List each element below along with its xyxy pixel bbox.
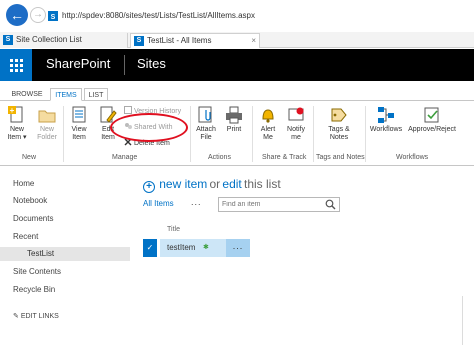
browser-address-bar: ← → S http://spdev:8080/sites/test/Lists… — [0, 0, 474, 32]
highlight-ellipse — [110, 113, 188, 142]
workflow-icon — [377, 106, 395, 124]
edit-links-label: EDIT LINKS — [20, 313, 59, 320]
nav-item-recent[interactable]: Recent — [13, 232, 38, 241]
printer-icon — [225, 106, 243, 124]
tab-items[interactable]: ITEMS — [50, 88, 82, 101]
divider — [252, 106, 253, 162]
back-button[interactable]: ← — [6, 4, 28, 26]
tags-notes-label: Tags & Notes — [328, 126, 350, 141]
bell-icon — [259, 106, 277, 124]
pencil-icon: ✎ — [13, 313, 19, 320]
item-title-link[interactable]: testItem — [167, 243, 195, 252]
new-folder-button[interactable]: New Folder — [34, 106, 60, 142]
attach-file-label: Attach File — [196, 126, 216, 141]
new-folder-label: New Folder — [37, 126, 57, 141]
close-icon[interactable]: × — [251, 34, 256, 48]
alert-me-label: Alert Me — [260, 126, 276, 141]
view-all-items[interactable]: All Items — [143, 199, 174, 208]
ribbon-tabs: BROWSE ITEMS LIST — [0, 88, 474, 101]
nav-item-site-contents[interactable]: Site Contents — [13, 267, 61, 276]
this-list-text: this list — [244, 177, 281, 191]
item-menu-button[interactable]: ... — [226, 239, 250, 257]
divider — [313, 106, 314, 162]
scrollbar[interactable] — [462, 296, 474, 345]
view-selector-row: All Items ... — [143, 197, 201, 213]
tag-icon — [330, 106, 348, 124]
new-item-icon: + — [8, 106, 26, 124]
tags-notes-button[interactable]: Tags & Notes — [322, 106, 356, 142]
alert-me-button[interactable]: Alert Me — [256, 106, 280, 142]
svg-text:S: S — [51, 14, 56, 21]
notify-me-button[interactable]: Notify me — [284, 106, 308, 142]
add-icon[interactable]: + — [143, 181, 155, 193]
group-label-tags-notes: Tags and Notes — [316, 154, 365, 161]
workflows-button[interactable]: Workflows — [369, 106, 403, 134]
sharepoint-logo-icon: S — [3, 35, 13, 45]
sites-link[interactable]: Sites — [137, 56, 166, 71]
group-label-workflows: Workflows — [396, 154, 429, 161]
new-item-link[interactable]: new item — [159, 177, 207, 191]
or-text: or — [209, 177, 221, 191]
tab-list[interactable]: LIST — [84, 88, 108, 101]
new-item-label: New Item — [7, 126, 24, 141]
group-label-share-track: Share & Track — [262, 154, 307, 161]
nav-selected-bg — [0, 247, 130, 261]
approve-reject-button[interactable]: Approve/Reject — [407, 106, 457, 134]
notify-me-label: Notify me — [287, 126, 305, 141]
browser-tab-testlist[interactable]: S TestList - All Items × — [130, 33, 260, 48]
print-button[interactable]: Print — [222, 106, 246, 134]
search-input[interactable] — [222, 199, 322, 210]
edit-links-button[interactable]: ✎ EDIT LINKS — [13, 312, 59, 320]
new-item-icon: ✱ — [203, 244, 209, 251]
attach-file-button[interactable]: Attach File — [193, 106, 219, 142]
workflows-label: Workflows — [369, 126, 403, 133]
divider — [190, 106, 191, 162]
url-field[interactable]: S http://spdev:8080/sites/test/Lists/Tes… — [48, 9, 474, 25]
sharepoint-favicon-icon: S — [48, 11, 58, 21]
forward-button[interactable]: → — [30, 7, 46, 23]
view-item-button[interactable]: View Item — [66, 106, 92, 142]
brand-title[interactable]: SharePoint — [46, 56, 110, 71]
divider — [124, 55, 125, 75]
new-item-row: + new item or edit this list — [143, 177, 281, 193]
view-item-label: View Item — [71, 126, 87, 141]
group-label-new: New — [22, 154, 37, 161]
nav-item-testlist[interactable]: TestList — [27, 249, 54, 258]
search-icon[interactable] — [325, 199, 336, 210]
new-item-button[interactable]: + New Item ▾ — [4, 106, 30, 142]
view-item-icon — [70, 106, 88, 124]
browser-tab-strip: S Site Collection List S TestList - All … — [0, 32, 474, 48]
app-launcher-icon[interactable] — [0, 49, 32, 81]
ribbon: + New Item ▾ New Folder New View Item Ed… — [0, 102, 474, 166]
group-label-manage: Manage — [112, 154, 138, 161]
suite-bar: SharePoint Sites — [0, 49, 474, 81]
tab-browse[interactable]: BROWSE — [8, 88, 46, 101]
column-header-title[interactable]: Title — [167, 226, 180, 233]
paperclip-icon — [197, 106, 215, 124]
browser-tab-site-collection[interactable]: S Site Collection List — [0, 33, 128, 48]
tab-label: TestList - All Items — [147, 36, 212, 45]
search-box[interactable] — [218, 197, 340, 212]
version-history-icon — [124, 106, 132, 114]
group-label-actions: Actions — [208, 154, 231, 161]
row-checkbox[interactable]: ✓ — [143, 239, 157, 257]
approve-reject-label: Approve/Reject — [408, 126, 456, 133]
sharepoint-logo-icon: S — [134, 36, 144, 46]
nav-item-home[interactable]: Home — [13, 179, 34, 188]
divider — [365, 106, 366, 162]
chevron-down-icon: ▾ — [23, 134, 27, 141]
edit-list-link[interactable]: edit — [222, 177, 241, 191]
url-text: http://spdev:8080/sites/test/Lists/TestL… — [62, 11, 255, 20]
folder-icon — [38, 106, 56, 124]
tab-label: Site Collection List — [16, 35, 82, 44]
view-options-button[interactable]: ... — [191, 197, 202, 207]
notify-icon — [287, 106, 305, 124]
divider — [63, 106, 64, 162]
print-label: Print — [226, 126, 242, 133]
nav-item-recycle-bin[interactable]: Recycle Bin — [13, 285, 55, 294]
nav-item-documents[interactable]: Documents — [13, 214, 53, 223]
approve-reject-icon — [423, 106, 441, 124]
nav-item-notebook[interactable]: Notebook — [13, 196, 47, 205]
svg-text:+: + — [10, 106, 15, 115]
